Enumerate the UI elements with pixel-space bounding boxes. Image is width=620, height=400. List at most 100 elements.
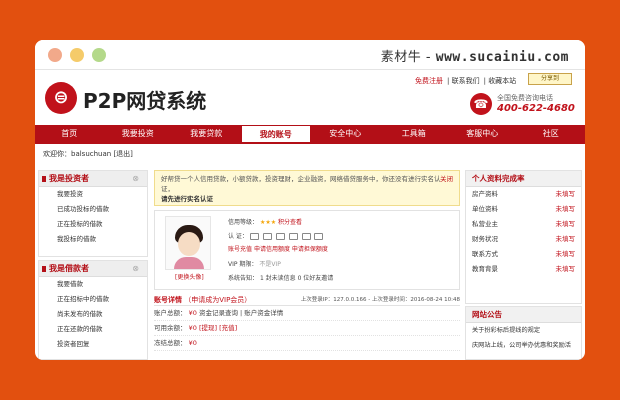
list-item[interactable]: 联系方式 未填写 — [466, 247, 581, 262]
row-links[interactable]: [提现] [充值] — [199, 324, 237, 332]
table-row: 可用余额： ¥0 [提现] [充值] — [154, 321, 460, 336]
item-status[interactable]: 未填写 — [556, 262, 576, 277]
list-item[interactable]: 单位资料 未填写 — [466, 202, 581, 217]
minimize-dot-icon[interactable] — [70, 48, 84, 62]
vip-auth-icon[interactable] — [301, 233, 311, 240]
notice-close-button[interactable]: 关闭 — [440, 174, 453, 184]
sidebar-item[interactable]: 已成功投标的借款 — [39, 202, 147, 217]
list-item[interactable]: 教育背景 未填写 — [466, 262, 581, 277]
collapse-icon[interactable]: ⊗ — [132, 261, 139, 277]
message-row: 系统告知： 1 封未读信息 0 位好友邀请 — [228, 273, 333, 282]
row-value: ¥0 — [188, 324, 197, 332]
message-label: 系统告知： — [228, 275, 259, 282]
investor-panel-header[interactable]: 我是投资者 ⊗ — [39, 171, 147, 187]
bookmark-link[interactable]: 收藏本站 — [488, 77, 516, 85]
collapse-icon[interactable]: ⊗ — [132, 171, 139, 187]
realname-notice: 好帮贷一个人信用贷款，小额贷款，投资理财，企业融资，网络借贷服务中，你还没有进行… — [154, 170, 460, 206]
change-avatar-link[interactable]: [更换头像] — [175, 272, 204, 281]
announcement-panel: 网站公告 关于扮彩标后提线的规定 庆网站上线，公司举办优惠和奖励活 — [465, 306, 582, 360]
credit-apply-link[interactable]: 申请信用额度 — [254, 246, 290, 253]
nav-item-service[interactable]: 客服中心 — [448, 125, 517, 142]
details-title: 账号详情 — [154, 296, 182, 304]
investor-panel: 我是投资者 ⊗ 我要投资 已成功投标的借款 正在投标的借款 我投标的借款 — [38, 170, 148, 257]
credit-link[interactable]: 积分查看 — [278, 219, 302, 226]
row-links[interactable]: 资金记录查询 | 账户资金详情 — [199, 309, 283, 317]
notice-strong[interactable]: 请先进行实名认证 — [161, 195, 213, 203]
close-dot-icon[interactable] — [48, 48, 62, 62]
watermark-cn: 素材牛 — [380, 50, 422, 65]
item-status[interactable]: 未填写 — [556, 202, 576, 217]
recharge-link[interactable]: 账号充值 — [228, 246, 252, 253]
nav-item-security[interactable]: 安全中心 — [311, 125, 380, 142]
row-label: 可用余额： — [154, 324, 187, 332]
sidebar-item[interactable]: 我投标的借款 — [39, 232, 147, 247]
logo-icon: ⊜ — [45, 82, 77, 114]
completion-title: 个人资料完成率 — [466, 171, 581, 187]
vip-value: 不是VIP — [259, 261, 281, 268]
welcome-text: 欢迎你：balsuchuan — [43, 150, 112, 158]
id-card-icon[interactable] — [249, 233, 259, 240]
borrower-panel-header[interactable]: 我是借款者 ⊗ — [39, 261, 147, 277]
list-item[interactable]: 财务状况 未填写 — [466, 232, 581, 247]
phone-auth-icon[interactable] — [262, 233, 272, 240]
nav-underline — [35, 142, 585, 144]
item-label: 单位资料 — [472, 205, 498, 213]
item-label: 财务状况 — [472, 235, 498, 243]
video-auth-icon[interactable] — [288, 233, 298, 240]
nav-item-tools[interactable]: 工具箱 — [380, 125, 449, 142]
sidebar-item[interactable]: 正在招标中的借款 — [39, 292, 147, 307]
profile-completion-panel: 个人资料完成率 房产资料 未填写 单位资料 未填写 私营业主 未填写 财务状况 未填写 … — [465, 170, 582, 304]
bullet-icon — [42, 176, 46, 182]
register-link[interactable]: 免费注册 — [415, 77, 443, 85]
sidebar-item[interactable]: 我要投资 — [39, 187, 147, 202]
phone-caption: 全国免费咨询电话 — [497, 94, 553, 102]
auth-label: 认 证： — [228, 233, 248, 240]
credit-row: 信用等级： ★★★ 积分查看 — [228, 217, 302, 226]
item-status[interactable]: 未填写 — [556, 232, 576, 247]
nav-item-invest[interactable]: 我要投资 — [104, 125, 173, 142]
vip-label: VIP 期限： — [228, 261, 258, 268]
table-row: 账户总额： ¥0 资金记录查询 | 账户资金详情 — [154, 306, 460, 321]
item-status[interactable]: 未填写 — [556, 247, 576, 262]
credit-stars: ★★★ — [259, 219, 277, 226]
avatar-face — [178, 232, 200, 256]
email-auth-icon[interactable] — [275, 233, 285, 240]
vip-apply-link[interactable]: （申请成为VIP会员） — [184, 296, 251, 304]
avatar-body — [174, 257, 204, 269]
item-label: 联系方式 — [472, 250, 498, 258]
site-title: P2P网贷系统 — [83, 89, 207, 113]
share-button[interactable]: 分享到 — [528, 73, 572, 85]
sidebar-item[interactable]: 投资者回复 — [39, 337, 147, 352]
message-value[interactable]: 1 封未读信息 0 位好友邀请 — [260, 275, 333, 282]
row-label: 账户总额： — [154, 309, 187, 317]
list-item[interactable]: 私营业主 未填写 — [466, 217, 581, 232]
logout-link[interactable]: [退出] — [113, 150, 132, 158]
table-row: 冻结总额： ¥0 — [154, 336, 460, 351]
maximize-dot-icon[interactable] — [92, 48, 106, 62]
sidebar-item[interactable]: 我要借款 — [39, 277, 147, 292]
guarantee-apply-link[interactable]: 申请担保额度 — [292, 246, 328, 253]
announcement-title: 网站公告 — [466, 307, 581, 323]
item-status[interactable]: 未填写 — [556, 187, 576, 202]
contact-link[interactable]: 联系我们 — [452, 77, 480, 85]
user-auth-icon[interactable] — [314, 233, 324, 240]
credit-label: 信用等级： — [228, 219, 259, 226]
item-label: 私营业主 — [472, 220, 498, 228]
list-item[interactable]: 关于扮彩标后提线的规定 — [466, 323, 581, 338]
auth-row: 认 证： — [228, 231, 325, 240]
sidebar-item[interactable]: 正在还款的借款 — [39, 322, 147, 337]
nav-item-community[interactable]: 社区 — [517, 125, 586, 142]
sidebar-item[interactable]: 尚未发布的借款 — [39, 307, 147, 322]
list-item[interactable]: 房产资料 未填写 — [466, 187, 581, 202]
account-details: 账号详情 （申请成为VIP会员） 上次登录IP：127.0.0.166 - 上次… — [154, 294, 460, 360]
list-item[interactable]: 庆网站上线，公司举办优惠和奖励活 — [466, 338, 581, 353]
item-status[interactable]: 未填写 — [556, 217, 576, 232]
avatar[interactable] — [165, 216, 211, 270]
nav-item-home[interactable]: 首页 — [35, 125, 104, 142]
nav-item-account[interactable]: 我的账号 — [240, 125, 311, 142]
action-row: 账号充值 申请信用额度 申请担保额度 — [228, 244, 328, 253]
details-header: 账号详情 （申请成为VIP会员） 上次登录IP：127.0.0.166 - 上次… — [154, 294, 460, 306]
watermark-url: www.sucainiu.com — [435, 50, 569, 65]
nav-item-loan[interactable]: 我要贷款 — [172, 125, 241, 142]
sidebar-item[interactable]: 正在投标的借款 — [39, 217, 147, 232]
